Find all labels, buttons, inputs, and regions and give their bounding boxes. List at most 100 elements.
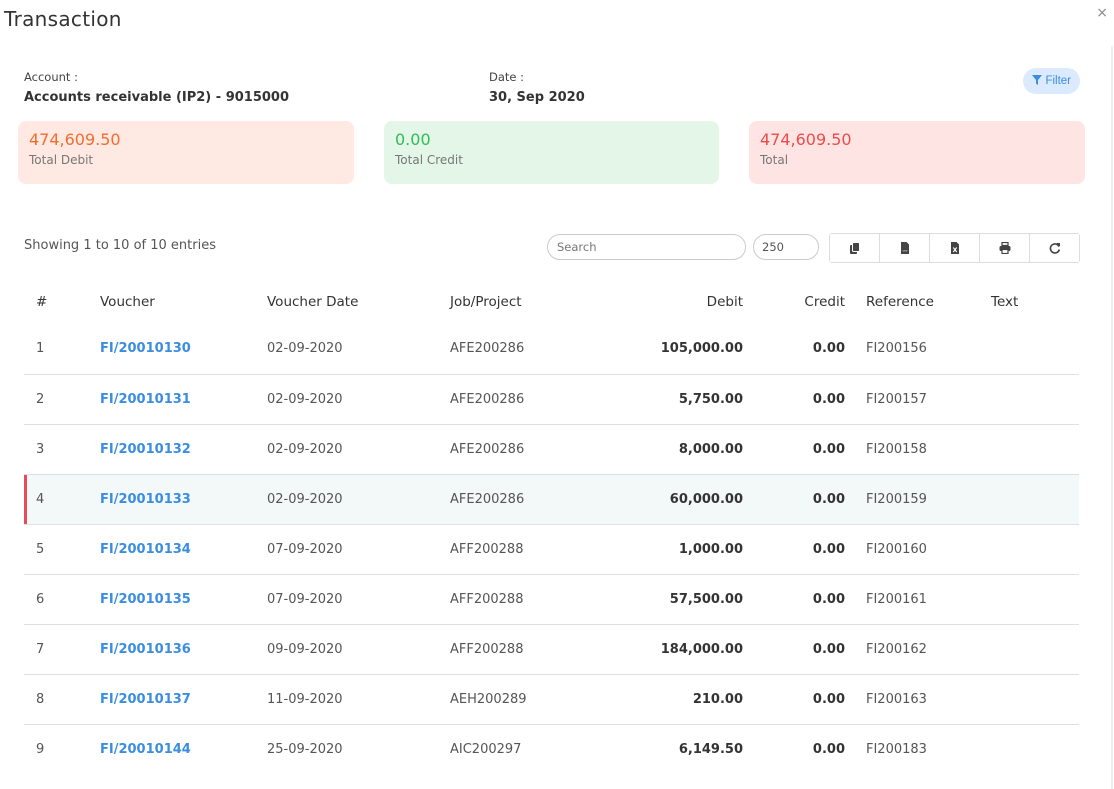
refresh-icon	[1049, 239, 1061, 258]
voucher-link[interactable]: FI/20010134	[100, 542, 191, 557]
column-header-reference[interactable]: Reference	[845, 280, 965, 324]
text-cell	[965, 473, 1079, 524]
refresh-button[interactable]	[1030, 234, 1079, 262]
row-number-cell: 9	[24, 723, 100, 774]
credit-amount-cell: 0.00	[743, 573, 845, 624]
text-cell	[965, 723, 1079, 774]
job-project-cell: AFF200288	[450, 573, 570, 624]
account-label: Account :	[24, 70, 78, 84]
credit-amount-cell: 0.00	[743, 423, 845, 474]
text-cell	[965, 373, 1079, 424]
total-label: Total	[760, 153, 789, 167]
date-value: 30, Sep 2020	[489, 90, 585, 105]
entries-info: Showing 1 to 10 of 10 entries	[24, 238, 216, 253]
scrollbar[interactable]	[1111, 46, 1113, 789]
total-value: 474,609.50	[760, 130, 852, 149]
text-cell	[965, 324, 1079, 374]
voucher-link[interactable]: FI/20010137	[100, 692, 191, 707]
voucher-link-cell: FI/20010131	[100, 373, 267, 424]
text-cell	[965, 523, 1079, 574]
voucher-date-cell: 09-09-2020	[267, 623, 450, 674]
csv-button[interactable]: csv	[880, 234, 930, 262]
table-row[interactable]: 3 FI/20010132 02-09-2020 AFE200286 8,000.00 0…	[24, 423, 1079, 474]
print-button[interactable]	[980, 234, 1030, 262]
account-value: Accounts receivable (IP2) - 9015000	[24, 90, 290, 105]
page-size-input[interactable]	[753, 234, 819, 260]
total-credit-label: Total Credit	[395, 153, 463, 167]
credit-amount-cell: 0.00	[743, 473, 845, 524]
column-header-credit[interactable]: Credit	[743, 280, 845, 324]
filter-button[interactable]: Filter	[1023, 68, 1080, 94]
table-row[interactable]: 5 FI/20010134 07-09-2020 AFF200288 1,000.00 0…	[24, 523, 1079, 574]
table-row[interactable]: 9 FI/20010144 25-09-2020 AIC200297 6,149.50 0…	[24, 723, 1079, 774]
row-number-cell: 1	[36, 341, 45, 357]
job-project-cell: AFE200286	[450, 423, 570, 474]
debit-amount-cell: 6,149.50	[570, 723, 743, 774]
total-debit-value: 474,609.50	[29, 130, 121, 149]
row-number-cell: 5	[24, 523, 100, 574]
voucher-date-cell: 02-09-2020	[267, 473, 450, 524]
table-row[interactable]: 1 FI/20010130 02-09-2020 AFE200286 105,000.0…	[24, 324, 1079, 374]
row-number-cell: 4	[24, 473, 100, 524]
credit-amount-cell: 0.00	[743, 723, 845, 774]
voucher-date-cell: 07-09-2020	[267, 523, 450, 574]
close-icon[interactable]: ×	[1096, 6, 1108, 20]
credit-amount-cell: 0.00	[743, 623, 845, 674]
voucher-link-cell: FI/20010135	[100, 573, 267, 624]
export-toolbar: csv	[829, 233, 1080, 263]
voucher-link[interactable]: FI/20010132	[100, 442, 191, 457]
debit-amount-cell: 1,000.00	[570, 523, 743, 574]
voucher-link[interactable]: FI/20010144	[100, 742, 191, 757]
voucher-link[interactable]: FI/20010130	[100, 341, 191, 356]
voucher-date-cell: 02-09-2020	[267, 341, 343, 357]
voucher-link[interactable]: FI/20010131	[100, 392, 191, 407]
table-row[interactable]: 8 FI/20010137 11-09-2020 AEH200289 210.00 0.0…	[24, 673, 1079, 724]
copy-button[interactable]	[830, 234, 880, 262]
reference-cell: FI200161	[845, 573, 965, 624]
csv-file-icon: csv	[899, 239, 911, 258]
voucher-date-cell: 25-09-2020	[267, 723, 450, 774]
voucher-date-cell: 07-09-2020	[267, 573, 450, 624]
voucher-link[interactable]: FI/20010136	[100, 642, 191, 657]
voucher-link[interactable]: FI/20010133	[100, 492, 191, 507]
debit-amount-cell: 105,000.00	[660, 341, 743, 357]
debit-amount-cell: 60,000.00	[570, 473, 743, 524]
reference-cell: FI200163	[845, 673, 965, 724]
transactions-table: # Voucher Voucher Date Job/Project Debit…	[24, 280, 1079, 774]
text-cell	[965, 673, 1079, 724]
voucher-link-cell: FI/20010134	[100, 523, 267, 574]
voucher-link-cell: FI/20010130	[100, 324, 267, 374]
reference-cell: FI200160	[845, 523, 965, 574]
column-header-debit[interactable]: Debit	[570, 280, 743, 324]
table-row[interactable]: 6 FI/20010135 07-09-2020 AFF200288 57,500.00…	[24, 573, 1079, 624]
column-header-voucher-date[interactable]: Voucher Date	[267, 280, 450, 324]
job-project-cell: AFF200288	[450, 623, 570, 674]
voucher-link[interactable]: FI/20010135	[100, 592, 191, 607]
job-project-cell: AFE200286	[450, 373, 570, 424]
column-header-text[interactable]: Text	[965, 280, 1079, 324]
text-cell	[965, 573, 1079, 624]
job-project-cell: AFF200288	[450, 523, 570, 574]
table-row[interactable]: 7 FI/20010136 09-09-2020 AFF200288 184,000.0…	[24, 623, 1079, 674]
debit-amount-cell: 8,000.00	[570, 423, 743, 474]
voucher-date-cell: 02-09-2020	[267, 373, 450, 424]
total-card: 474,609.50 Total	[749, 121, 1085, 184]
column-header-job-project[interactable]: Job/Project	[450, 280, 570, 324]
excel-file-icon	[949, 239, 961, 258]
row-number-cell: 3	[24, 423, 100, 474]
voucher-link-cell: FI/20010132	[100, 423, 267, 474]
reference-cell: FI200156	[866, 341, 927, 357]
reference-cell: FI200183	[845, 723, 965, 774]
voucher-link-cell: FI/20010133	[100, 473, 267, 524]
table-row[interactable]: 4 FI/20010133 02-09-2020 AFE200286 60,000.00…	[24, 473, 1079, 524]
copy-icon	[849, 239, 861, 258]
column-header-voucher[interactable]: Voucher	[100, 280, 267, 324]
reference-cell: FI200162	[845, 623, 965, 674]
search-input[interactable]	[547, 234, 746, 260]
excel-button[interactable]	[930, 234, 980, 262]
column-header-number[interactable]: #	[24, 280, 100, 324]
row-number-cell: 7	[24, 623, 100, 674]
reference-cell: FI200158	[845, 423, 965, 474]
table-row[interactable]: 2 FI/20010131 02-09-2020 AFE200286 5,750.00 0…	[24, 373, 1079, 424]
date-label: Date :	[489, 70, 525, 84]
